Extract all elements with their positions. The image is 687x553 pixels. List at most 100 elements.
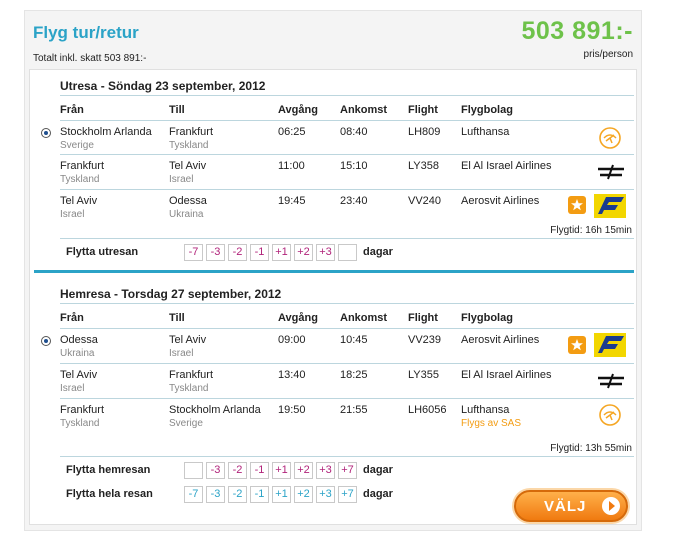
leg-to: Frankfurt	[169, 369, 214, 381]
days-label: dagar	[363, 464, 393, 476]
leg-depart: 06:25	[278, 126, 306, 138]
shift-inbound-plus7[interactable]: +7	[338, 462, 357, 479]
leg-depart: 13:40	[278, 369, 306, 381]
col-arrive: Ankomst	[340, 312, 388, 324]
leg-from-country: Israel	[60, 209, 85, 220]
leg-airline: El Al Israel Airlines	[461, 369, 552, 381]
shift-outbound-plus1[interactable]: +1	[272, 244, 291, 261]
shift-trip-plus3[interactable]: +3	[316, 486, 335, 503]
leg-flight: LY358	[408, 160, 439, 172]
divider	[60, 398, 634, 399]
leg-from: Frankfurt	[60, 404, 105, 416]
shift-inbound-plus1[interactable]: +1	[272, 462, 291, 479]
aerosvit-icon	[594, 333, 626, 357]
trip-type-title: Flyg tur/retur	[33, 23, 139, 42]
shift-trip-minus7[interactable]: -7	[184, 486, 203, 503]
leg-from-country: Tyskland	[60, 418, 100, 429]
col-to: Till	[169, 104, 185, 116]
leg-arrive: 21:55	[340, 404, 368, 416]
leg-flight: LH809	[408, 126, 441, 138]
leg-from-country: Tyskland	[60, 174, 100, 185]
shift-outbound-minus3[interactable]: -3	[206, 244, 225, 261]
shift-outbound-plus7[interactable]	[338, 244, 357, 261]
leg-from-country: Israel	[60, 383, 85, 394]
leg-from: Stockholm Arlanda	[60, 126, 152, 138]
shift-inbound-minus7[interactable]	[184, 462, 203, 479]
shift-inbound-plus2[interactable]: +2	[294, 462, 313, 479]
leg-flight: LY355	[408, 369, 439, 381]
shift-outbound-minus2[interactable]: -2	[228, 244, 247, 261]
leg-to-country: Sverige	[169, 418, 203, 429]
leg-from: Odessa	[60, 334, 98, 346]
shift-trip-minus3[interactable]: -3	[206, 486, 225, 503]
move-outbound-label: Flytta utresan	[66, 246, 139, 258]
aerosvit-icon	[594, 194, 626, 218]
shift-trip-plus7[interactable]: +7	[338, 486, 357, 503]
leg-depart: 09:00	[278, 334, 306, 346]
elal-icon	[598, 373, 624, 389]
lufthansa-crane-icon	[599, 127, 621, 149]
col-airline: Flygbolag	[461, 104, 513, 116]
leg-depart: 11:00	[278, 160, 305, 172]
shift-inbound-minus1[interactable]: -1	[250, 462, 269, 479]
shift-trip-minus2[interactable]: -2	[228, 486, 247, 503]
leg-to: Tel Aviv	[169, 160, 207, 172]
shift-trip-plus2[interactable]: +2	[294, 486, 313, 503]
leg-from-country: Sverige	[60, 140, 94, 151]
leg-from: Tel Aviv	[60, 369, 98, 381]
leg-to-country: Ukraina	[169, 209, 204, 220]
leg-to: Frankfurt	[169, 126, 214, 138]
leg-arrive: 10:45	[340, 334, 368, 346]
elal-icon	[598, 164, 624, 180]
leg-airline: El Al Israel Airlines	[461, 160, 552, 172]
move-inbound-label: Flytta hemresan	[66, 464, 151, 476]
divider	[60, 238, 634, 239]
divider	[60, 154, 634, 155]
leg-to: Tel Aviv	[169, 334, 207, 346]
col-depart: Avgång	[278, 312, 318, 324]
days-label: dagar	[363, 488, 393, 500]
leg-from: Tel Aviv	[60, 195, 98, 207]
shift-inbound-minus2[interactable]: -2	[228, 462, 247, 479]
col-from: Från	[60, 312, 84, 324]
leg-from: Frankfurt	[60, 160, 105, 172]
section-divider	[34, 270, 634, 273]
shift-outbound-minus7[interactable]: -7	[184, 244, 203, 261]
select-button[interactable]: VÄLJ	[514, 490, 628, 522]
divider	[60, 189, 634, 190]
divider	[60, 120, 634, 121]
col-depart: Avgång	[278, 104, 318, 116]
shift-outbound-minus1[interactable]: -1	[250, 244, 269, 261]
shift-outbound-plus3[interactable]: +3	[316, 244, 335, 261]
shift-trip-minus1[interactable]: -1	[250, 486, 269, 503]
inbound-select-radio[interactable]	[41, 336, 51, 346]
leg-arrive: 15:10	[340, 160, 368, 172]
per-person-label: pris/person	[583, 49, 633, 60]
favorite-star-icon[interactable]	[568, 196, 586, 214]
favorite-star-icon[interactable]	[568, 336, 586, 354]
leg-to: Stockholm Arlanda	[169, 404, 261, 416]
leg-airline: Aerosvit Airlines	[461, 334, 540, 346]
leg-airline: Lufthansa	[461, 404, 510, 416]
lufthansa-crane-icon	[599, 404, 621, 426]
shift-inbound-plus3[interactable]: +3	[316, 462, 335, 479]
leg-arrive: 18:25	[340, 369, 368, 381]
total-incl-tax: Totalt inkl. skatt 503 891:-	[33, 53, 147, 64]
shift-trip-plus1[interactable]: +1	[272, 486, 291, 503]
move-whole-trip-label: Flytta hela resan	[66, 488, 153, 500]
divider	[60, 456, 634, 457]
leg-flight: VV240	[408, 195, 442, 207]
leg-to-country: Israel	[169, 174, 194, 185]
inbound-title: Hemresa - Torsdag 27 september, 2012	[60, 287, 282, 301]
col-airline: Flygbolag	[461, 312, 513, 324]
outbound-flight-time: Flygtid: 16h 15min	[550, 225, 632, 236]
shift-outbound-plus2[interactable]: +2	[294, 244, 313, 261]
shift-inbound-minus3[interactable]: -3	[206, 462, 225, 479]
divider	[60, 328, 634, 329]
outbound-select-radio[interactable]	[41, 128, 51, 138]
divider	[60, 363, 634, 364]
leg-to-country: Israel	[169, 348, 194, 359]
col-to: Till	[169, 312, 185, 324]
leg-arrive: 23:40	[340, 195, 368, 207]
days-label: dagar	[363, 246, 393, 258]
